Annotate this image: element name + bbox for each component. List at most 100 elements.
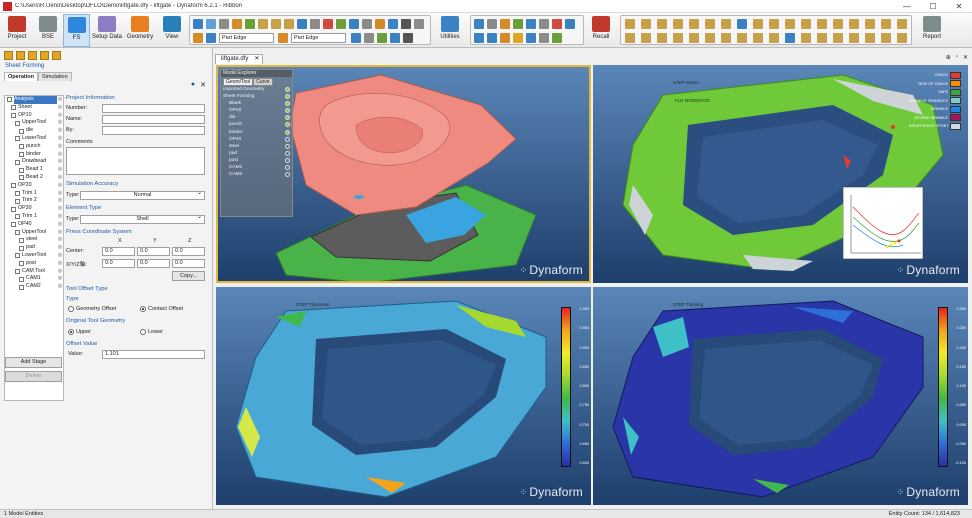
tree-expander-icon[interactable] (19, 175, 24, 181)
accuracy-select[interactable]: Normal (80, 190, 205, 200)
tree-expander-icon[interactable] (15, 214, 20, 220)
tree-item[interactable]: OP10 ◎ (5, 112, 63, 120)
utilities-button[interactable]: Utilities (436, 14, 464, 47)
save-icon[interactable] (500, 33, 510, 43)
overlay-item[interactable]: OP40 (221, 136, 292, 143)
tree-item[interactable]: UpperTool ◎ (5, 119, 63, 127)
center-y-input[interactable]: 0.0 (137, 247, 170, 256)
visibility-icon[interactable]: ◎ (57, 158, 63, 166)
tab-close-icon[interactable]: ✕ (254, 55, 259, 64)
check-icon[interactable] (565, 19, 575, 29)
tool-a3-icon[interactable] (657, 19, 667, 29)
offset-icon[interactable] (513, 19, 523, 29)
tree-expander-icon[interactable] (15, 159, 20, 165)
visibility-icon[interactable]: ◎ (57, 197, 63, 205)
mesh-icon[interactable] (278, 33, 288, 43)
tool-a16-icon[interactable] (865, 19, 875, 29)
number-input[interactable] (102, 104, 205, 113)
tree-item[interactable]: Analysis ◎ (5, 96, 63, 104)
visibility-icon[interactable]: ◎ (57, 283, 63, 291)
visibility-icon[interactable]: ◎ (57, 244, 63, 252)
visibility-icon[interactable]: ◎ (57, 174, 63, 182)
copy-button[interactable]: Copy... (172, 271, 205, 281)
tree-expander-icon[interactable] (15, 198, 20, 204)
tree-expander-icon[interactable] (7, 97, 12, 103)
tree-item[interactable]: OP40 ◎ (5, 221, 63, 229)
tool-b12-icon[interactable] (801, 33, 811, 43)
tool-a4-icon[interactable] (673, 19, 683, 29)
overlay-item[interactable]: Blank (221, 100, 292, 107)
visibility-icon[interactable]: ◎ (57, 236, 63, 244)
tool-b2-icon[interactable] (641, 33, 651, 43)
pin-icon[interactable]: ⊕ (946, 54, 951, 61)
tree-item[interactable]: OP30 ◎ (5, 205, 63, 213)
axis-z-input[interactable]: 0.0 (172, 259, 205, 268)
tree-expander-icon[interactable] (11, 206, 16, 212)
setup-data-button[interactable]: Setup Data (92, 14, 122, 47)
arrow-icon[interactable] (388, 19, 398, 29)
wireframe-icon[interactable] (310, 19, 320, 29)
overlay-visibility-icon[interactable] (285, 157, 290, 163)
tree-item[interactable]: binder ◎ (5, 151, 63, 159)
axis-x-input[interactable]: 0.0 (102, 259, 135, 268)
maximize-button[interactable]: ☐ (920, 0, 946, 13)
tree-item[interactable]: Sheet ◎ (5, 104, 63, 112)
model-explorer-overlay[interactable]: Model Explorer Geom/Tool Curve Imported … (220, 69, 293, 217)
tree-item[interactable]: Bead 2 ◎ (5, 174, 63, 182)
by-input[interactable] (102, 126, 205, 135)
tree-item[interactable]: Trim 1 ◎ (5, 190, 63, 198)
view-top-icon[interactable] (258, 19, 268, 29)
overlay-tab-curve[interactable]: Curve (253, 78, 273, 86)
overlay-item[interactable]: Imported Geometry (221, 86, 292, 93)
tool-a18-icon[interactable] (897, 19, 907, 29)
delete-icon[interactable] (552, 19, 562, 29)
tool-b4-icon[interactable] (673, 33, 683, 43)
folder-icon[interactable] (513, 33, 523, 43)
tree-item[interactable]: Drawbead ◎ (5, 158, 63, 166)
tree-item[interactable]: pad ◎ (5, 244, 63, 252)
overlay-item[interactable]: OP10 (221, 107, 292, 114)
tree-item[interactable]: die ◎ (5, 127, 63, 135)
open-icon[interactable] (16, 50, 25, 60)
tree-item[interactable]: punch ◎ (5, 143, 63, 151)
tree-item[interactable]: steel ◎ (5, 236, 63, 244)
report-button[interactable]: Report (918, 14, 946, 47)
info-icon[interactable]: ● (191, 81, 195, 89)
copy-icon[interactable] (487, 19, 497, 29)
visibility-icon[interactable]: ◎ (57, 213, 63, 221)
help-icon[interactable] (552, 33, 562, 43)
viewport-bottom-right[interactable]: STEP Thinning 0.300 0.250 0.200 0.150 0.100 0… (593, 287, 968, 505)
recall-button[interactable]: Recall (588, 14, 614, 47)
document-tab[interactable]: liftgate.dfy ✕ (215, 54, 264, 64)
overlay-item[interactable]: binder (221, 129, 292, 136)
tool-b13-icon[interactable] (817, 33, 827, 43)
tool-a1-icon[interactable] (625, 19, 635, 29)
overlay-visibility-icon[interactable] (285, 87, 290, 92)
geometry-button[interactable]: Geometry (124, 14, 156, 47)
part-edge-combo-2[interactable]: Part Edge (291, 33, 346, 43)
overlay-item[interactable]: CAM1 (221, 164, 292, 171)
overlay-visibility-icon[interactable] (285, 136, 290, 142)
overlay-visibility-icon[interactable] (285, 101, 290, 107)
tool-b17-icon[interactable] (881, 33, 891, 43)
tree-item[interactable]: LowerTool ◎ (5, 135, 63, 143)
tree-expander-icon[interactable] (19, 276, 24, 282)
tree-expander-icon[interactable] (19, 151, 24, 157)
element-type-select[interactable]: Shell (80, 214, 205, 224)
overlay-visibility-icon[interactable] (285, 115, 290, 121)
tree-expander-icon[interactable] (15, 190, 20, 196)
upper-radio[interactable]: Upper (68, 329, 91, 335)
reflect-icon[interactable] (500, 19, 510, 29)
overlay-visibility-icon[interactable] (285, 150, 290, 156)
geometry-offset-radio[interactable]: Geometry Offset (68, 306, 116, 312)
tool-b10-icon[interactable] (769, 33, 779, 43)
tree-expander-icon[interactable] (19, 144, 24, 150)
element-icon[interactable] (364, 33, 374, 43)
settings-icon[interactable] (414, 19, 424, 29)
view-iso-icon[interactable] (284, 19, 294, 29)
tree-item[interactable]: UpperTool ◎ (5, 229, 63, 237)
redo-icon[interactable] (487, 33, 497, 43)
tool-a11-icon[interactable] (785, 19, 795, 29)
overlay-visibility-icon[interactable] (285, 129, 290, 135)
info-icon[interactable] (539, 33, 549, 43)
